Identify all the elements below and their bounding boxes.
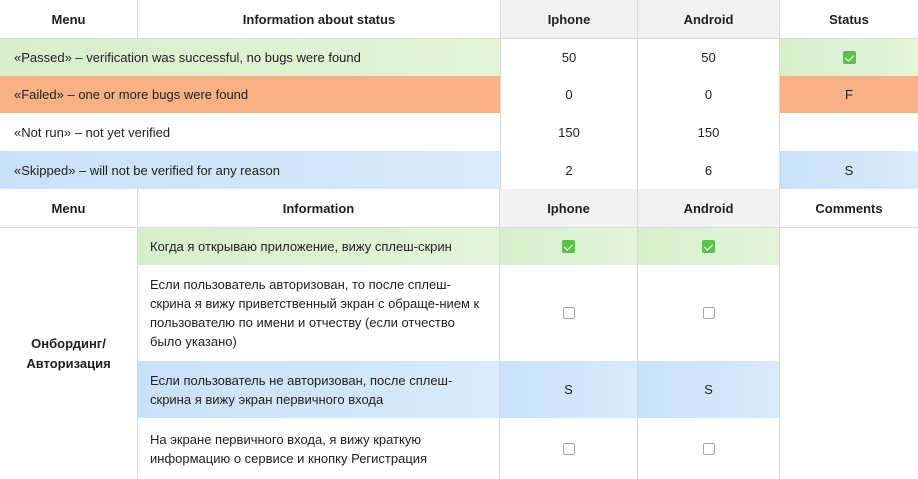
android-count: 0 bbox=[638, 76, 780, 113]
status-description: «Failed» – one or more bugs were found bbox=[0, 76, 500, 113]
test-description: На экране первичного входа, я вижу кратк… bbox=[138, 418, 500, 479]
test-row: Когда я открываю приложение, вижу сплеш-… bbox=[138, 228, 780, 265]
iphone-result bbox=[500, 228, 638, 265]
android-result: S bbox=[638, 361, 780, 418]
iphone-result bbox=[500, 418, 638, 479]
menu-label: Онбординг/ Авторизация bbox=[26, 335, 111, 371]
status-cell bbox=[780, 113, 918, 151]
test-description: Если пользователь авторизован, то после … bbox=[138, 265, 500, 361]
iphone-count: 150 bbox=[500, 113, 638, 151]
android-result bbox=[638, 418, 780, 479]
column-header-status: Status bbox=[829, 11, 869, 27]
column-header-information: Information bbox=[138, 189, 500, 227]
iphone-count: 0 bbox=[500, 76, 638, 113]
checkbox-unchecked-icon[interactable] bbox=[562, 307, 575, 319]
status-description: «Not run» – not yet verified bbox=[14, 124, 171, 140]
test-row: Если пользователь авторизован, то после … bbox=[138, 265, 780, 361]
android-result bbox=[638, 265, 780, 361]
column-header-menu: Menu bbox=[0, 189, 138, 227]
column-header-android: Android bbox=[638, 0, 780, 38]
status-cell: S bbox=[780, 151, 918, 189]
column-header-comments: Comments bbox=[815, 200, 883, 216]
android-count: 150 bbox=[638, 113, 780, 151]
bottom-header-row: Menu Information Iphone Android Comments bbox=[0, 189, 918, 227]
test-description: Если пользователь не авторизован, после … bbox=[138, 361, 500, 418]
status-row-failed: «Failed» – one or more bugs were found 0… bbox=[0, 76, 918, 113]
iphone-count: 2 bbox=[500, 151, 638, 189]
test-row: Если пользователь не авторизован, после … bbox=[138, 361, 780, 418]
checkbox-unchecked-icon[interactable] bbox=[702, 307, 715, 319]
test-description: Когда я открываю приложение, вижу сплеш-… bbox=[138, 228, 500, 265]
android-count: 6 bbox=[638, 151, 780, 189]
checkbox-checked-icon[interactable] bbox=[702, 240, 715, 253]
status-description: «Skipped» – will not be verified for any… bbox=[0, 151, 500, 189]
column-header-iphone: Iphone bbox=[500, 0, 638, 38]
status-cell bbox=[780, 39, 918, 76]
top-header-row: Menu Information about status Iphone And… bbox=[0, 0, 918, 38]
status-description: «Passed» – verification was successful, … bbox=[0, 39, 500, 76]
test-row: На экране первичного входа, я вижу кратк… bbox=[138, 418, 780, 479]
comments-cell bbox=[780, 228, 918, 479]
checkbox-checked-icon[interactable] bbox=[842, 51, 856, 64]
status-row-not-run: «Not run» – not yet verified 150 150 bbox=[0, 113, 918, 151]
column-header-information-about-status: Information about status bbox=[242, 11, 396, 27]
iphone-count: 50 bbox=[500, 39, 638, 76]
checkbox-checked-icon[interactable] bbox=[562, 240, 575, 253]
android-result bbox=[638, 228, 780, 265]
column-header-iphone: Iphone bbox=[500, 189, 638, 227]
checkbox-unchecked-icon[interactable] bbox=[562, 442, 575, 455]
column-header-menu: Menu bbox=[0, 0, 138, 38]
iphone-result: S bbox=[500, 361, 638, 418]
iphone-result bbox=[500, 265, 638, 361]
status-row-passed: «Passed» – verification was successful, … bbox=[0, 39, 918, 76]
checkbox-unchecked-icon[interactable] bbox=[702, 442, 715, 455]
column-header-android: Android bbox=[638, 189, 780, 227]
menu-cell-onboarding: Онбординг/ Авторизация bbox=[0, 228, 138, 479]
status-row-skipped: «Skipped» – will not be verified for any… bbox=[0, 151, 918, 189]
status-cell: F bbox=[780, 76, 918, 113]
android-count: 50 bbox=[638, 39, 780, 76]
